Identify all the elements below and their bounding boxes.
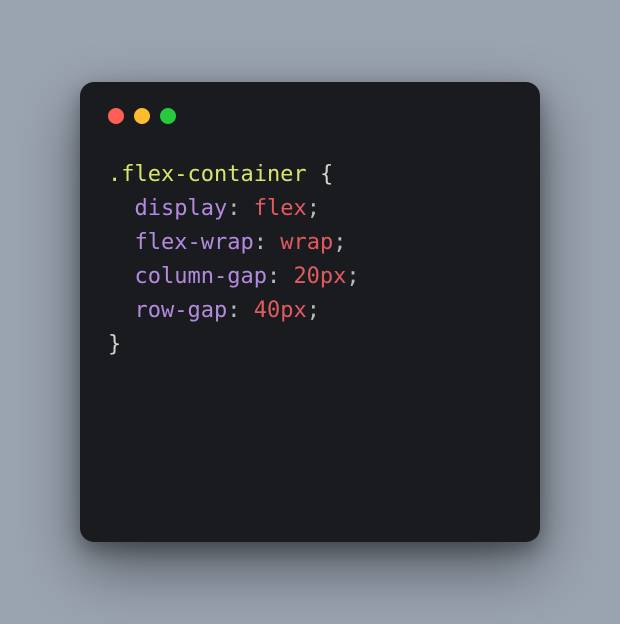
semicolon: ; bbox=[307, 196, 320, 221]
open-brace: { bbox=[320, 162, 333, 187]
colon: : bbox=[254, 230, 267, 255]
css-selector: .flex-container bbox=[108, 162, 307, 187]
colon: : bbox=[267, 264, 280, 289]
traffic-lights bbox=[108, 108, 512, 124]
css-property: display bbox=[134, 196, 227, 221]
css-property: row-gap bbox=[134, 298, 227, 323]
css-value: 40px bbox=[254, 298, 307, 323]
code-block: .flex-container { display: flex; flex-wr… bbox=[108, 158, 512, 363]
space bbox=[280, 264, 293, 289]
colon: : bbox=[227, 196, 240, 221]
semicolon: ; bbox=[346, 264, 359, 289]
css-property: column-gap bbox=[134, 264, 266, 289]
space bbox=[307, 162, 320, 187]
semicolon: ; bbox=[333, 230, 346, 255]
close-icon[interactable] bbox=[108, 108, 124, 124]
colon: : bbox=[227, 298, 240, 323]
css-value: wrap bbox=[280, 230, 333, 255]
code-window: .flex-container { display: flex; flex-wr… bbox=[80, 82, 540, 542]
space bbox=[240, 196, 253, 221]
css-value: 20px bbox=[293, 264, 346, 289]
minimize-icon[interactable] bbox=[134, 108, 150, 124]
css-value: flex bbox=[254, 196, 307, 221]
space bbox=[240, 298, 253, 323]
space bbox=[267, 230, 280, 255]
maximize-icon[interactable] bbox=[160, 108, 176, 124]
semicolon: ; bbox=[307, 298, 320, 323]
css-property: flex-wrap bbox=[134, 230, 253, 255]
close-brace: } bbox=[108, 332, 121, 357]
